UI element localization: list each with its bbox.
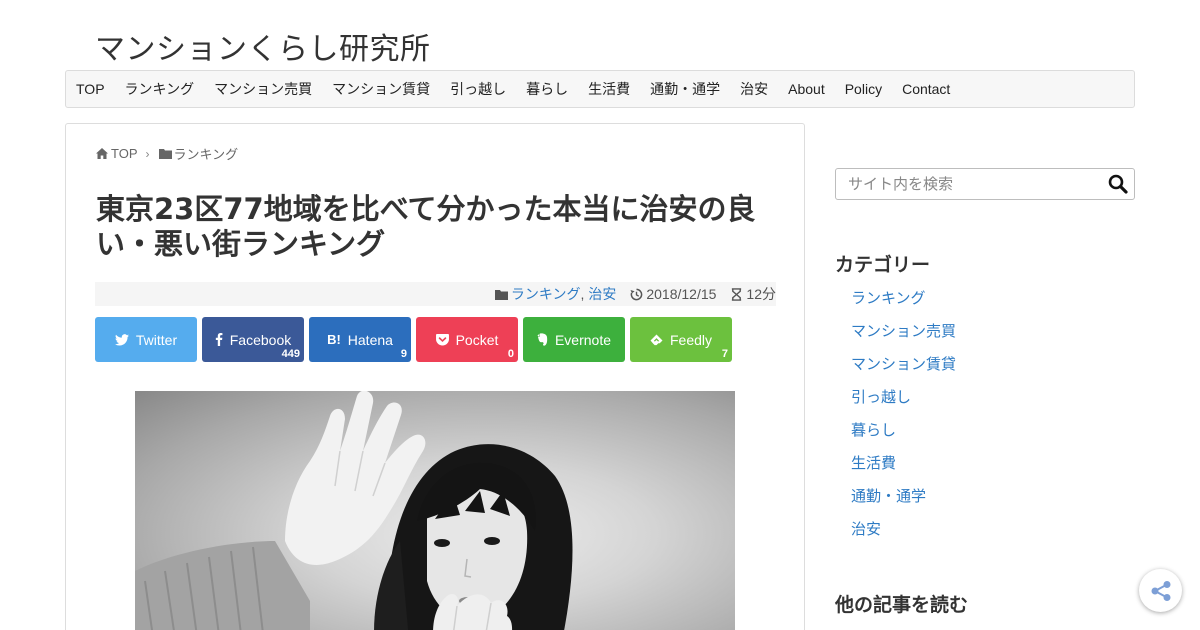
- twitter-share-label: Twitter: [135, 331, 178, 348]
- pocket-share-button[interactable]: Pocket 0: [416, 317, 518, 362]
- nav-item-commute[interactable]: 通勤・通学: [650, 79, 720, 99]
- search-icon[interactable]: [1108, 174, 1128, 198]
- share-icon: [1151, 580, 1170, 601]
- feedly-share-label: Feedly: [669, 331, 713, 348]
- sidebar-category-moving[interactable]: 引っ越し: [851, 387, 956, 420]
- breadcrumb-home[interactable]: TOP: [96, 146, 138, 161]
- sidebar-category-list: ランキング マンション売買 マンション賃貸 引っ越し 暮らし 生活費 通勤・通学…: [851, 288, 956, 552]
- breadcrumb-category-label: ランキング: [173, 147, 239, 162]
- facebook-share-label: Facebook: [229, 331, 292, 348]
- home-icon: [96, 148, 108, 159]
- hero-photo-illustration: [135, 391, 573, 630]
- nav-item-living[interactable]: 暮らし: [526, 79, 568, 99]
- folder-icon: [494, 289, 508, 300]
- hatena-share-button[interactable]: B! Hatena 9: [309, 317, 411, 362]
- feedly-share-count: 7: [721, 348, 728, 360]
- sidebar-category-living-costs[interactable]: 生活費: [851, 453, 956, 486]
- breadcrumb-category[interactable]: ランキング: [158, 144, 239, 163]
- sidebar-category-ranking[interactable]: ランキング: [851, 288, 956, 321]
- share-buttons: Twitter Facebook 449 B! Hatena 9 Pocket …: [95, 317, 732, 362]
- feedly-share-button[interactable]: Feedly 7: [630, 317, 732, 362]
- sidebar-category-mansion-rent[interactable]: マンション賃貸: [851, 354, 956, 387]
- nav-item-contact[interactable]: Contact: [902, 81, 950, 97]
- facebook-share-button[interactable]: Facebook 449: [202, 317, 304, 362]
- hatena-icon: B!: [327, 332, 341, 347]
- hatena-share-count: 9: [400, 348, 407, 360]
- breadcrumb-home-label: TOP: [111, 146, 138, 161]
- history-icon: [630, 288, 643, 300]
- search-input[interactable]: [836, 169, 1096, 199]
- pocket-share-count: 0: [507, 348, 514, 360]
- article-read-time: 12分: [746, 286, 776, 302]
- sidebar-other-articles-heading: 他の記事を読む: [835, 594, 969, 616]
- meta-category-link-safety[interactable]: 治安: [588, 284, 616, 304]
- meta-category-separator: ,: [580, 286, 585, 302]
- evernote-icon: [537, 333, 548, 346]
- facebook-share-count: 449: [281, 348, 300, 360]
- nav-item-ranking[interactable]: ランキング: [125, 79, 195, 99]
- site-search: [835, 168, 1135, 200]
- sidebar-category-safety[interactable]: 治安: [851, 519, 956, 552]
- nav-item-moving[interactable]: 引っ越し: [450, 79, 506, 99]
- nav-item-policy[interactable]: Policy: [845, 81, 882, 97]
- article-container: TOP › ランキング 東京23区77地域を比べて分かった本当に治安の良い・悪い…: [65, 123, 805, 630]
- hero-image: [135, 391, 735, 630]
- nav-item-living-costs[interactable]: 生活費: [588, 79, 630, 99]
- folder-icon: [158, 149, 172, 159]
- nav-item-top[interactable]: TOP: [76, 81, 105, 97]
- nav-item-mansion-buy-sell[interactable]: マンション売買: [214, 79, 312, 99]
- pocket-share-label: Pocket: [455, 331, 499, 348]
- breadcrumb: TOP › ランキング: [96, 144, 238, 163]
- article-date: 2018/12/15: [646, 286, 717, 302]
- nav-item-safety[interactable]: 治安: [740, 79, 768, 99]
- evernote-share-button[interactable]: Evernote: [523, 317, 625, 362]
- evernote-share-label: Evernote: [554, 331, 612, 348]
- twitter-share-button[interactable]: Twitter: [95, 317, 197, 362]
- article-meta: ランキング, 治安 2018/12/15 12分: [95, 282, 776, 306]
- chevron-right-icon: ›: [145, 146, 150, 161]
- twitter-icon: [114, 333, 129, 346]
- nav-item-mansion-rent[interactable]: マンション賃貸: [332, 79, 430, 99]
- facebook-icon: [215, 333, 223, 346]
- site-title[interactable]: マンションくらし研究所: [95, 24, 431, 68]
- global-nav: TOP ランキング マンション売買 マンション賃貸 引っ越し 暮らし 生活費 通…: [65, 70, 1135, 108]
- meta-category-link-ranking[interactable]: ランキング: [511, 284, 581, 304]
- feedly-icon: [650, 333, 663, 346]
- sidebar-category-heading: カテゴリー: [835, 254, 931, 276]
- nav-item-about[interactable]: About: [788, 81, 825, 97]
- sidebar-category-commute[interactable]: 通勤・通学: [851, 486, 956, 519]
- sidebar-category-mansion-buy-sell[interactable]: マンション売買: [851, 321, 956, 354]
- pocket-icon: [435, 333, 449, 346]
- article-title: 東京23区77地域を比べて分かった本当に治安の良い・悪い街ランキング: [96, 192, 756, 261]
- hourglass-icon: [732, 287, 742, 301]
- hatena-share-label: Hatena: [347, 331, 393, 348]
- sidebar-category-living[interactable]: 暮らし: [851, 420, 956, 453]
- floating-share-button[interactable]: [1139, 569, 1182, 612]
